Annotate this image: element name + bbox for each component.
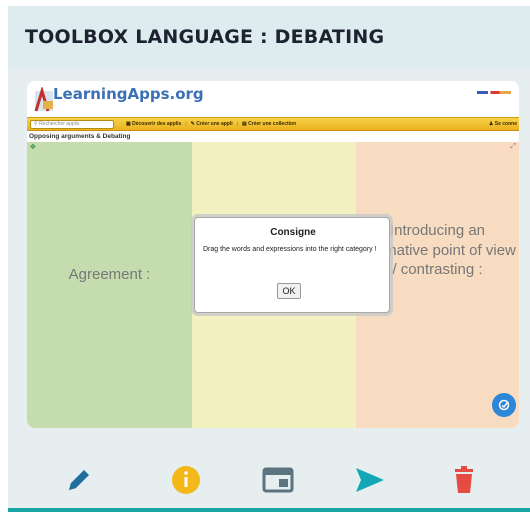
nav-discover-link[interactable]: ▦ Découvrir des applis [126, 121, 181, 127]
move-icon[interactable]: ✥ [30, 143, 36, 151]
edit-app-button[interactable] [492, 393, 516, 417]
expand-icon[interactable]: ⤢ [510, 143, 516, 151]
search-placeholder: Rechercher applis [39, 121, 80, 127]
info-button[interactable] [170, 464, 202, 496]
send-button[interactable] [354, 464, 386, 496]
learningapps-banner: LearningApps.org [27, 81, 519, 117]
nav-discover-label: Découvrir des applis [132, 121, 182, 127]
nav-create-app-link[interactable]: ✎ Créer une appli [191, 121, 233, 127]
login-label: Se conne [494, 121, 517, 127]
search-input[interactable]: ⚲ Rechercher applis [30, 119, 114, 129]
learningapps-logo-icon [34, 87, 53, 112]
edit-icon [498, 399, 510, 411]
app-card: LearningApps.org ⚲ Rechercher applis ▦ D… [8, 68, 530, 436]
trash-icon [455, 466, 473, 493]
delete-button[interactable] [448, 464, 480, 496]
page-header: TOOLBOX LANGUAGE : DEBATING [8, 6, 530, 68]
ok-button[interactable]: OK [277, 283, 301, 299]
layout-icon [262, 467, 294, 493]
learningapps-toolbar: ⚲ Rechercher applis ▦ Découvrir des appl… [27, 117, 519, 131]
separator: | [185, 121, 187, 127]
edit-button[interactable] [63, 464, 95, 496]
dialog-title: Consigne [270, 227, 316, 238]
site-logo[interactable]: LearningApps.org [53, 85, 204, 103]
bottom-toolbar [8, 436, 530, 508]
category-label-agreement: Agreement : [68, 266, 151, 283]
dialog-text: Drag the words and expressions into the … [203, 246, 377, 253]
nav-create-collection-link[interactable]: ▤ Créer une collection [242, 121, 296, 127]
info-icon [172, 466, 200, 494]
send-icon [356, 468, 384, 492]
language-flags[interactable] [477, 91, 511, 94]
page-title: TOOLBOX LANGUAGE : DEBATING [25, 26, 385, 48]
login-link[interactable]: ♟ Se conne [489, 121, 517, 127]
app-title: Opposing arguments & Debating [29, 133, 131, 140]
bottom-accent-line [8, 508, 530, 512]
separator: | [236, 121, 238, 127]
nav-create-collection-label: Créer une collection [248, 121, 297, 127]
embedded-app-frame: LearningApps.org ⚲ Rechercher applis ▦ D… [27, 81, 519, 428]
nav-create-app-label: Créer une appli [196, 121, 233, 127]
pencil-icon [69, 470, 89, 490]
instruction-dialog: Consigne Drag the words and expressions … [194, 217, 390, 313]
layout-button[interactable] [262, 464, 294, 496]
category-column-agreement[interactable]: Agreement : [27, 142, 192, 428]
